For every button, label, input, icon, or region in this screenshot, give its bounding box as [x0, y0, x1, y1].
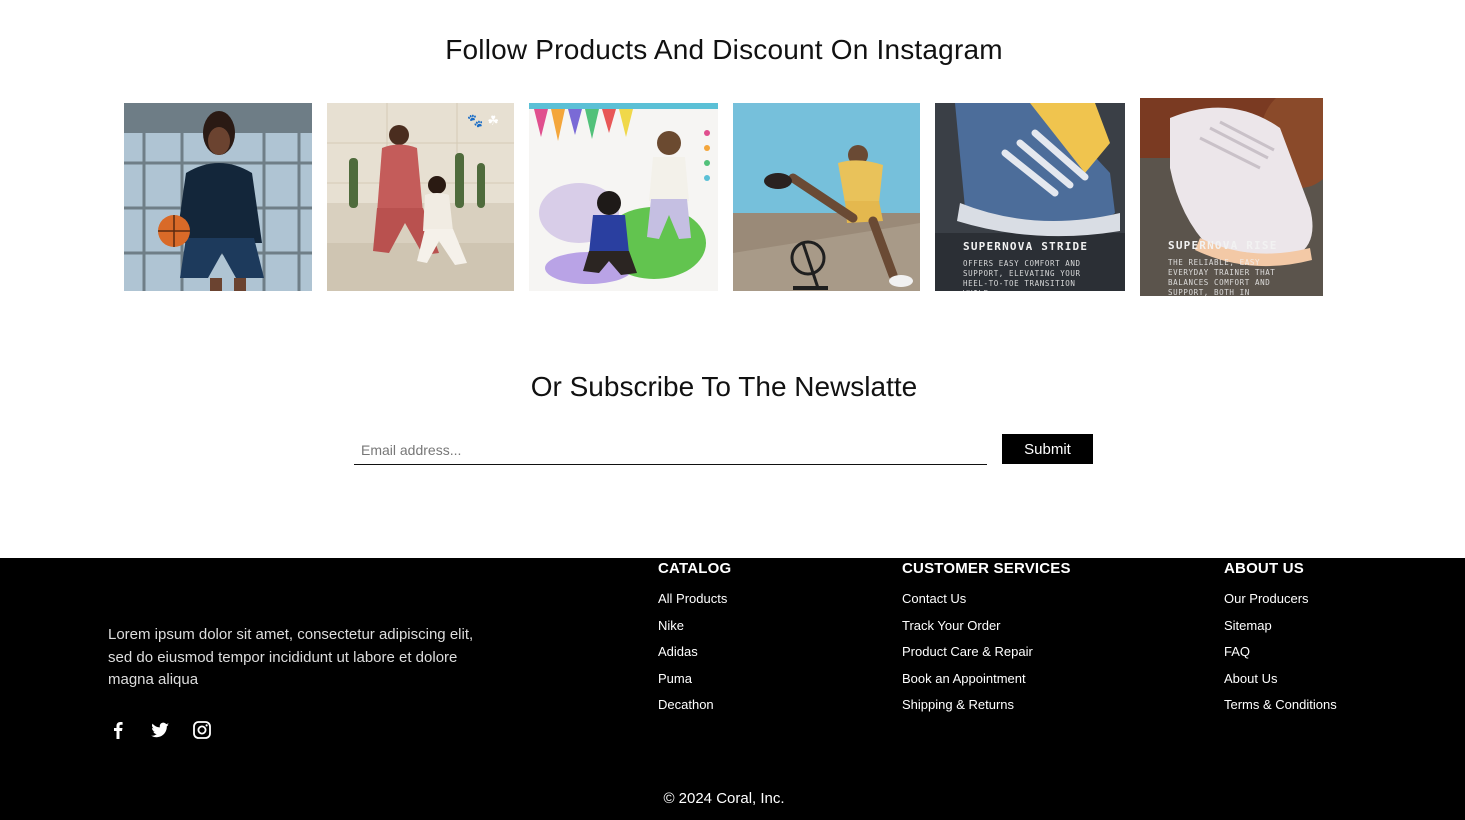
footer-link-adidas[interactable]: Adidas — [658, 644, 698, 659]
footer-link-item: Nike — [658, 618, 731, 634]
twitter-icon[interactable] — [150, 720, 170, 740]
footer-link-nike[interactable]: Nike — [658, 618, 684, 633]
footer-link-item: FAQ — [1224, 644, 1337, 660]
footer-link-item: Contact Us — [902, 591, 1071, 607]
footer-link-decathon[interactable]: Decathon — [658, 697, 714, 712]
footer-link-item: Adidas — [658, 644, 731, 660]
email-field[interactable] — [354, 436, 987, 465]
instagram-post-athlete-kick[interactable] — [733, 103, 920, 291]
footer-link-book-appointment[interactable]: Book an Appointment — [902, 671, 1026, 686]
submit-button[interactable]: Submit — [1002, 434, 1093, 464]
footer-link-item: Sitemap — [1224, 618, 1337, 634]
footer-link-shipping-returns[interactable]: Shipping & Returns — [902, 697, 1014, 712]
footer-link-sitemap[interactable]: Sitemap — [1224, 618, 1272, 633]
footer-link-product-care[interactable]: Product Care & Repair — [902, 644, 1033, 659]
newsletter-title: Or Subscribe To The Newslatte — [530, 371, 918, 402]
facebook-icon[interactable] — [108, 720, 128, 740]
instagram-icon[interactable] — [192, 720, 212, 740]
copyright-text: © 2024 Coral, Inc. — [663, 790, 785, 807]
footer-column-title: CUSTOMER SERVICES — [902, 560, 1071, 577]
supernova-stride-body: OFFERS EASY COMFORT AND SUPPORT, ELEVATI… — [963, 259, 1081, 291]
social-links — [108, 720, 212, 740]
instagram-post-supernova-stride[interactable]: SUPERNOVA STRIDE OFFERS EASY COMFORT AND… — [935, 103, 1125, 291]
supernova-rise-body: THE RELIABLE, EASY EVERYDAY TRAINER THAT… — [1168, 258, 1276, 296]
instagram-post-tracksuit-couple[interactable]: 🐾 ☘ — [327, 103, 514, 291]
tracksuit-couple-image: 🐾 ☘ — [327, 103, 514, 291]
instagram-post-basketball-player[interactable] — [124, 103, 312, 291]
footer-link-terms[interactable]: Terms & Conditions — [1224, 697, 1337, 712]
footer-link-item: All Products — [658, 591, 731, 607]
athlete-kick-image — [733, 103, 920, 291]
footer-column-customer-services: CUSTOMER SERVICES Contact Us Track Your … — [902, 560, 1071, 724]
footer-link-item: Product Care & Repair — [902, 644, 1071, 660]
footer-link-our-producers[interactable]: Our Producers — [1224, 591, 1309, 606]
footer-link-item: About Us — [1224, 671, 1337, 687]
footer-column-about-us: ABOUT US Our Producers Sitemap FAQ About… — [1224, 560, 1337, 724]
footer-link-item: Shipping & Returns — [902, 697, 1071, 713]
footer-link-contact-us[interactable]: Contact Us — [902, 591, 966, 606]
supernova-rise-title: SUPERNOVA RISE — [1168, 239, 1278, 252]
footer-about-text: Lorem ipsum dolor sit amet, consectetur … — [108, 626, 474, 688]
footer-link-track-order[interactable]: Track Your Order — [902, 618, 1001, 633]
footer-link-about-us[interactable]: About Us — [1224, 671, 1277, 686]
site-footer: Lorem ipsum dolor sit amet, consectetur … — [0, 558, 1465, 820]
footer-column-title: CATALOG — [658, 560, 732, 577]
footer-link-item: Decathon — [658, 697, 731, 713]
footer-link-puma[interactable]: Puma — [658, 671, 692, 686]
footer-column-title: ABOUT US — [1224, 560, 1304, 577]
instagram-post-kids-on-beanbag[interactable] — [529, 103, 718, 291]
footer-link-all-products[interactable]: All Products — [658, 591, 727, 606]
basketball-player-image — [124, 103, 312, 291]
kids-on-beanbag-image — [529, 103, 718, 291]
svg-text:🐾 ☘: 🐾 ☘ — [467, 114, 499, 129]
instagram-post-supernova-rise[interactable]: SUPERNOVA RISE THE RELIABLE, EASY EVERYD… — [1140, 98, 1323, 296]
instagram-section-title: Follow Products And Discount On Instagra… — [445, 34, 1003, 65]
footer-link-item: Our Producers — [1224, 591, 1337, 607]
supernova-stride-title: SUPERNOVA STRIDE — [963, 240, 1089, 253]
supernova-rise-caption: SUPERNOVA RISE THE RELIABLE, EASY EVERYD… — [1168, 239, 1298, 296]
footer-link-item: Track Your Order — [902, 618, 1071, 634]
supernova-stride-caption: SUPERNOVA STRIDE OFFERS EASY COMFORT AND… — [963, 240, 1088, 291]
footer-link-item: Book an Appointment — [902, 671, 1071, 687]
footer-link-item: Puma — [658, 671, 731, 687]
footer-column-catalog: CATALOG All Products Nike Adidas Puma De… — [658, 560, 731, 724]
footer-link-faq[interactable]: FAQ — [1224, 644, 1250, 659]
footer-link-item: Terms & Conditions — [1224, 697, 1337, 713]
